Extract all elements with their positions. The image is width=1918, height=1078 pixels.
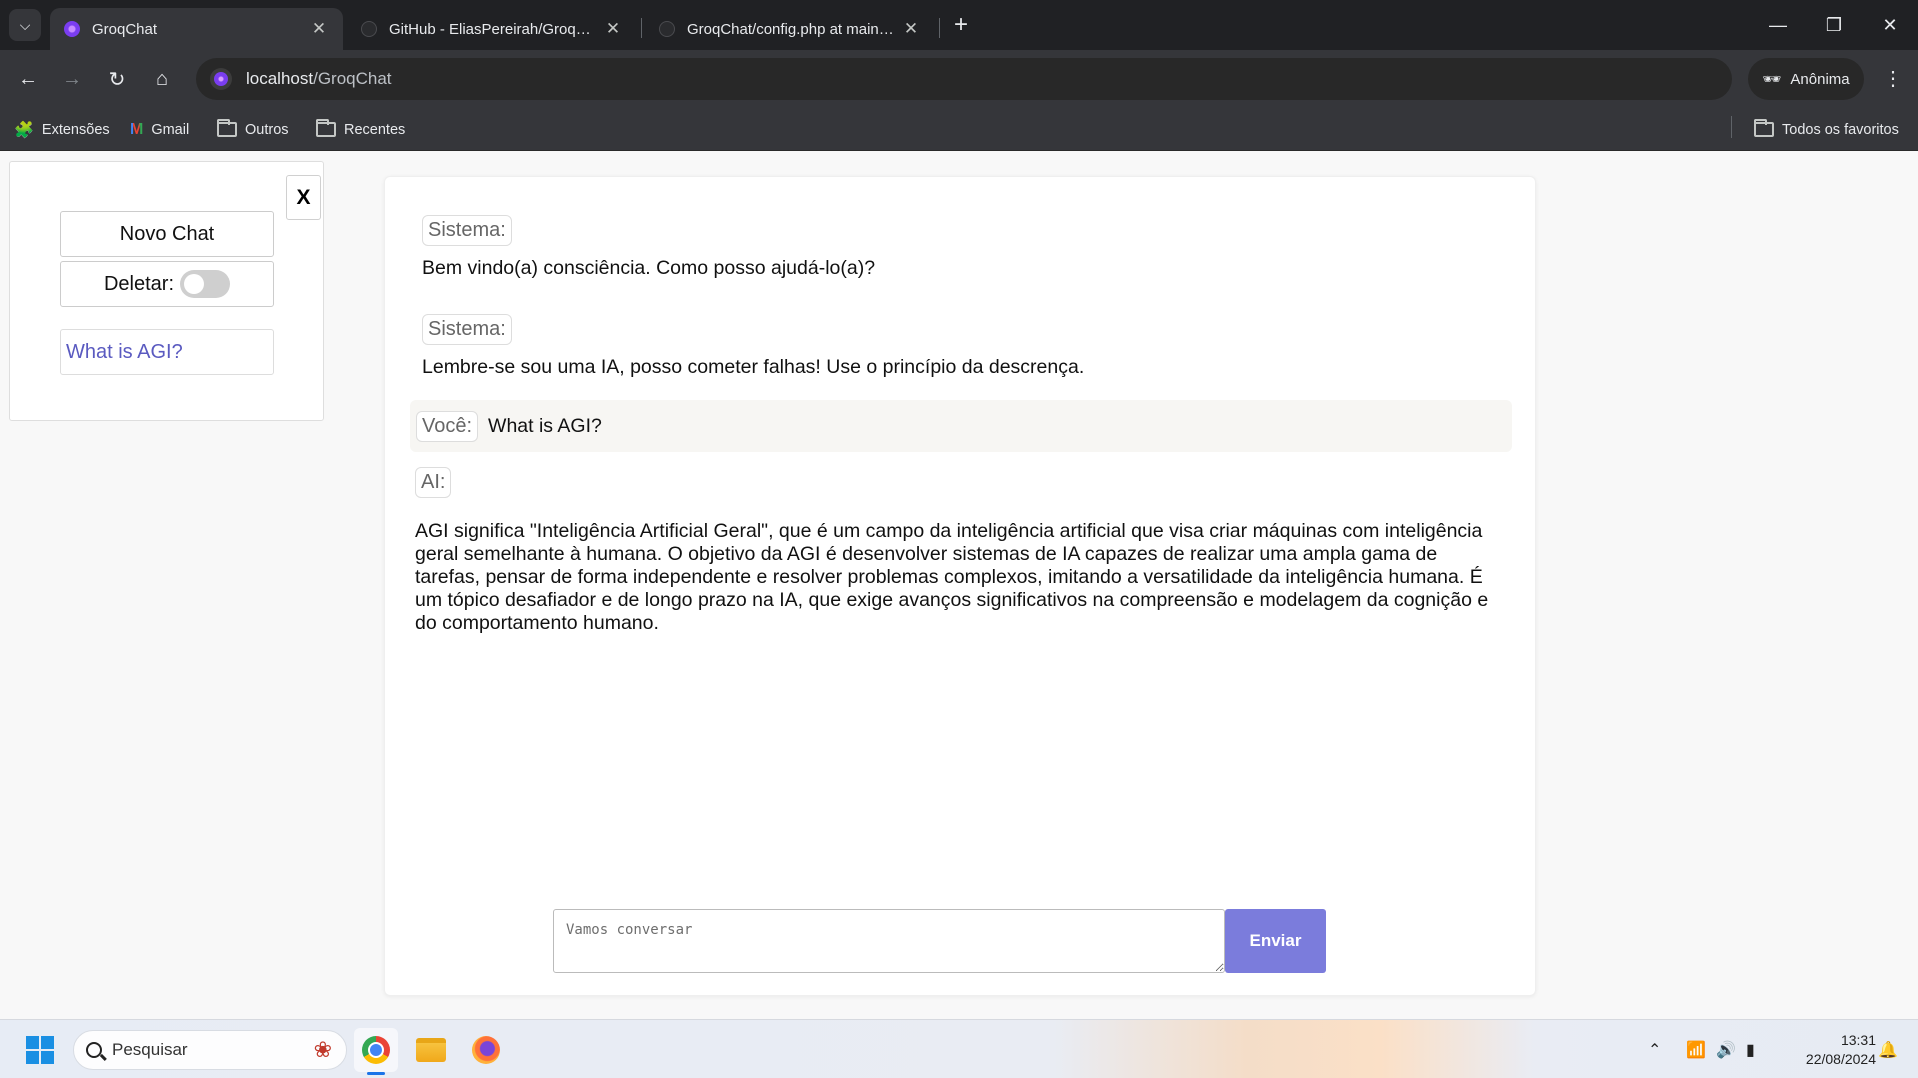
search-highlight-icon: ❀	[313, 1037, 332, 1062]
incognito-icon: 🕶	[1762, 71, 1782, 88]
bookmark-outros[interactable]: Outros	[217, 108, 289, 151]
delete-toggle-switch[interactable]	[180, 270, 231, 298]
puzzle-icon: 🧩	[14, 121, 34, 139]
github-favicon-icon	[361, 21, 377, 37]
tab-search-button[interactable]: ⌵	[9, 9, 41, 41]
wifi-icon[interactable]: 📶	[1686, 1020, 1706, 1078]
bookmark-extensions[interactable]: 🧩 Extensões	[14, 108, 110, 151]
clock-time: 13:31	[1840, 1032, 1876, 1048]
incognito-label: Anônima	[1790, 70, 1850, 88]
delete-label: Deletar:	[103, 272, 175, 295]
bookmarks-separator	[1731, 116, 1732, 138]
volume-icon[interactable]: 🔊	[1716, 1020, 1736, 1078]
browser-toolbar: ← → ↻ ⌂ localhost/GroqChat 🕶 Anônima ⋮	[0, 50, 1918, 108]
active-app-indicator	[367, 1072, 385, 1075]
windows-taskbar: Pesquisar ❀ ⌃ 📶 🔊 ▮ 13:31 22/08/2024 🔔	[0, 1019, 1918, 1078]
groqchat-page: X Novo Chat Deletar: What is AGI? Sistem…	[0, 151, 1918, 1019]
system-message: Bem vindo(a) consciência. Como posso aju…	[422, 257, 876, 279]
bookmark-label: Extensões	[41, 121, 110, 138]
new-chat-button[interactable]: Novo Chat	[60, 211, 274, 257]
chat-sidebar: X Novo Chat Deletar: What is AGI?	[9, 161, 324, 421]
reload-icon[interactable]: ↻	[101, 63, 133, 95]
home-icon[interactable]: ⌂	[146, 63, 178, 95]
folder-icon	[1754, 119, 1774, 137]
close-tab-icon[interactable]: ✕	[309, 19, 329, 39]
forward-arrow-icon[interactable]: →	[56, 63, 88, 95]
address-bar[interactable]: localhost/GroqChat	[196, 58, 1732, 100]
battery-icon[interactable]: ▮	[1746, 1020, 1755, 1078]
send-button[interactable]: Enviar	[1225, 909, 1326, 973]
taskbar-clock[interactable]: 13:31 22/08/2024	[1784, 1031, 1876, 1069]
groqchat-favicon-icon	[64, 21, 80, 37]
chevron-down-icon: ⌵	[19, 16, 31, 33]
notification-bell-icon[interactable]: 🔔	[1878, 1020, 1898, 1078]
all-bookmarks[interactable]: Todos os favoritos	[1754, 108, 1899, 151]
restore-icon[interactable]: ❐	[1806, 0, 1862, 50]
tab-groqchat[interactable]: GroqChat ✕	[50, 8, 343, 50]
tab-title: GitHub - EliasPereirah/GroqChat	[389, 20, 597, 38]
gmail-icon: M	[130, 120, 144, 138]
tab-title: GroqChat	[92, 20, 158, 38]
windows-start-icon[interactable]	[26, 1036, 54, 1064]
close-tab-icon[interactable]: ✕	[901, 19, 921, 39]
user-message: What is AGI?	[488, 414, 602, 437]
search-icon	[86, 1042, 102, 1058]
tab-separator	[641, 18, 642, 38]
browser-menu-icon[interactable]: ⋮	[1878, 63, 1908, 95]
taskbar-chrome[interactable]	[354, 1028, 398, 1072]
taskbar-file-explorer[interactable]	[409, 1028, 453, 1072]
tab-config-php[interactable]: GroqChat/config.php at main · EliasPerei…	[645, 8, 935, 50]
url-host: localhost	[246, 69, 314, 88]
sender-tag-user: Você:	[416, 410, 479, 442]
clock-date: 22/08/2024	[1805, 1051, 1876, 1067]
sender-tag-system: Sistema:	[422, 215, 512, 246]
close-window-icon[interactable]: ✕	[1862, 0, 1918, 50]
close-tab-icon[interactable]: ✕	[603, 19, 623, 39]
firefox-icon	[472, 1036, 500, 1064]
browser-tab-bar: ⌵ GroqChat ✕ GitHub - EliasPereirah/Groq…	[0, 0, 1918, 50]
taskbar-search-placeholder: Pesquisar	[112, 1040, 188, 1059]
message-input[interactable]	[553, 909, 1225, 973]
chrome-icon	[362, 1036, 390, 1064]
bookmark-label: Gmail	[151, 121, 190, 138]
taskbar-firefox[interactable]	[464, 1028, 508, 1072]
tab-title: GroqChat/config.php at main · EliasPerei…	[687, 20, 895, 38]
user-message-row: Você: What is AGI?	[410, 400, 1512, 452]
bookmark-recentes[interactable]: Recentes	[316, 108, 405, 151]
sender-tag-ai: AI:	[415, 467, 452, 498]
incognito-indicator[interactable]: 🕶 Anônima	[1748, 58, 1864, 100]
github-favicon-icon	[659, 21, 675, 37]
new-tab-plus-icon[interactable]: +	[947, 11, 975, 39]
url-path: /GroqChat	[313, 69, 392, 88]
chat-panel: Sistema: Bem vindo(a) consciência. Como …	[384, 176, 1536, 996]
system-message: Lembre-se sou uma IA, posso cometer falh…	[422, 356, 1085, 378]
folder-icon	[217, 119, 237, 137]
sender-tag-system: Sistema:	[422, 314, 512, 345]
bookmark-label: Outros	[245, 121, 289, 138]
tray-overflow-chevron-icon[interactable]: ⌃	[1648, 1020, 1661, 1078]
site-info-icon[interactable]	[210, 68, 232, 90]
chat-history-item[interactable]: What is AGI?	[60, 329, 274, 375]
bookmark-label: Recentes	[344, 121, 406, 138]
all-bookmarks-label: Todos os favoritos	[1782, 121, 1899, 138]
tab-github[interactable]: GitHub - EliasPereirah/GroqChat ✕	[347, 8, 637, 50]
bookmarks-bar: 🧩 Extensões M Gmail Outros Recentes Todo…	[0, 108, 1918, 151]
close-sidebar-button[interactable]: X	[286, 175, 321, 220]
delete-toggle-row: Deletar:	[60, 261, 274, 307]
bookmark-gmail[interactable]: M Gmail	[130, 108, 189, 151]
minimize-icon[interactable]: —	[1750, 0, 1806, 50]
file-explorer-icon	[416, 1038, 446, 1062]
ai-message: AGI significa "Inteligência Artificial G…	[415, 520, 1489, 634]
back-arrow-icon[interactable]: ←	[12, 63, 44, 95]
folder-icon	[316, 119, 336, 137]
tab-separator	[939, 18, 940, 38]
taskbar-search[interactable]: Pesquisar ❀	[73, 1030, 347, 1070]
